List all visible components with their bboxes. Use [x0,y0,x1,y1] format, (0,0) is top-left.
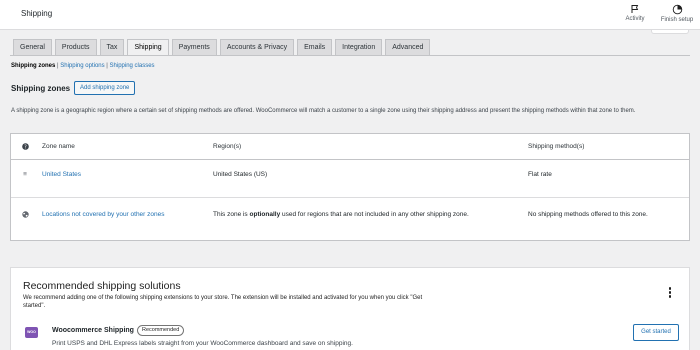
recommended-badge: Recommended [137,325,185,336]
globe-icon [20,211,30,220]
tab-tax[interactable]: Tax [99,39,125,56]
subnav-shipping-options[interactable]: Shipping options [60,63,104,69]
flag-icon [631,5,639,13]
page-title: Shipping [21,9,53,18]
subnav-separator: | [106,63,108,69]
top-header: Shipping Activity Finish setup [0,0,700,30]
subnav-shipping-zones[interactable]: Shipping zones [11,63,55,69]
zone-name-link[interactable]: Locations not covered by your other zone… [42,211,165,218]
shipping-zones-heading: Shipping zones [11,84,71,93]
zone-name-link[interactable]: United States [42,171,81,178]
zone-methods: Flat rate [528,171,552,178]
table-row: ≡ United States United States (US) Flat … [11,160,689,198]
tab-emails[interactable]: Emails [297,39,333,56]
recommended-title: Recommended shipping solutions [23,280,181,292]
table-header-row: ? Zone name Region(s) Shipping method(s) [11,134,689,160]
more-options-icon[interactable] [665,286,675,300]
zone-methods: No shipping methods offered to this zone… [528,211,648,218]
settings-tabs: General Products Tax Shipping Payments A… [13,39,431,56]
extension-description: Print USPS and DHL Express labels straig… [52,340,353,347]
tab-integration[interactable]: Integration [335,39,383,56]
tab-payments[interactable]: Payments [171,39,217,56]
subnav-separator: | [57,63,59,69]
get-started-button[interactable]: Get started [633,324,679,341]
recommended-shipping-panel: Recommended shipping solutions We recomm… [10,267,690,350]
help-tab[interactable] [651,30,689,34]
zone-regions: United States (US) [213,171,268,178]
tab-shipping[interactable]: Shipping [127,39,169,56]
help-icon[interactable]: ? [20,143,30,152]
tab-accounts-privacy[interactable]: Accounts & Privacy [219,39,295,56]
shipping-subnav: Shipping zones | Shipping options | Ship… [11,63,155,69]
recommended-description: We recommend adding one of the following… [23,295,423,309]
activity-label: Activity [625,16,645,22]
tab-general[interactable]: General [13,39,52,56]
progress-circle-icon [672,4,682,15]
add-shipping-zone-button[interactable]: Add shipping zone [74,81,136,95]
zone-regions-emphasis: optionally [249,211,281,218]
finish-setup-button[interactable]: Finish setup [655,4,699,23]
shipping-zones-description: A shipping zone is a geographic region w… [11,108,636,114]
column-header-zone-name: Zone name [42,143,75,150]
extension-name: Woocommerce Shipping [52,327,134,334]
zone-regions-prefix: This zone is [213,211,250,218]
tab-products[interactable]: Products [54,39,97,56]
subnav-shipping-classes[interactable]: Shipping classes [110,63,155,69]
drag-handle-icon[interactable]: ≡ [20,171,30,178]
table-row: Locations not covered by your other zone… [11,198,689,240]
finish-setup-label: Finish setup [660,17,694,23]
svg-text:?: ? [24,144,27,150]
tab-advanced[interactable]: Advanced [385,39,431,56]
column-header-regions: Region(s) [213,143,242,150]
shipping-zones-table: ? Zone name Region(s) Shipping method(s)… [10,133,690,241]
zone-regions-suffix: used for regions that are not included i… [280,211,469,218]
activity-button[interactable]: Activity [620,4,650,22]
tabs-divider [10,55,690,56]
column-header-shipping-methods: Shipping method(s) [528,143,585,150]
woocommerce-logo-icon: WOO [25,327,38,338]
zone-regions: This zone is optionally used for regions… [213,211,469,218]
